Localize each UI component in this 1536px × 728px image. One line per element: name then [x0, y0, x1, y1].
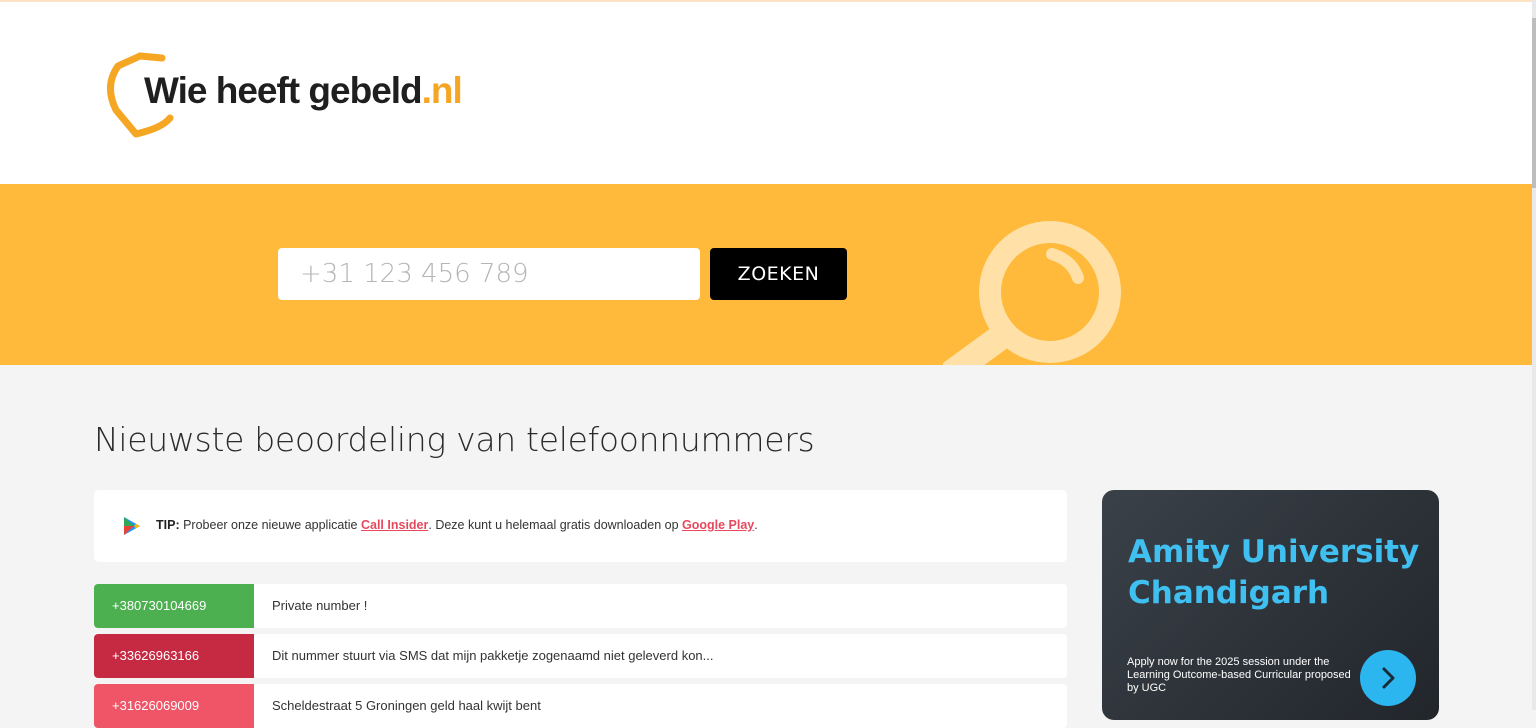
phone-search-input[interactable] [278, 248, 700, 300]
section-title: Nieuwste beoordeling van telefoonnummers [94, 420, 815, 459]
scrollbar-thumb[interactable] [1532, 18, 1536, 188]
tip-label: TIP: [156, 518, 180, 532]
ad-description: Apply now for the 2025 session under the… [1127, 656, 1351, 694]
review-comment: Scheldestraat 5 Groningen geld haal kwij… [272, 698, 541, 713]
google-play-link[interactable]: Google Play [682, 518, 754, 532]
review-comment: Dit nummer stuurt via SMS dat mijn pakke… [272, 648, 714, 663]
review-comment: Private number ! [272, 598, 368, 613]
site-header: Wie heeft gebeld.nl [0, 2, 1532, 184]
review-row[interactable]: +33626963166 Dit nummer stuurt via SMS d… [94, 634, 1067, 678]
chevron-right-icon [1382, 667, 1395, 689]
review-number[interactable]: +33626963166 [94, 634, 254, 678]
tip-text-middle: . Deze kunt u helemaal gratis downloaden… [428, 518, 683, 532]
logo-tld: .nl [421, 70, 463, 111]
tip-text-after: . [754, 518, 758, 532]
search-button[interactable]: ZOEKEN [710, 248, 847, 300]
tip-text-before: Probeer onze nieuwe applicatie [179, 518, 361, 532]
tip-box: TIP: Probeer onze nieuwe applicatie Call… [94, 490, 1067, 562]
ad-title: Amity University Chandigarh [1128, 534, 1420, 611]
call-insider-link[interactable]: Call Insider [361, 518, 428, 532]
search-hero: ZOEKEN [0, 184, 1532, 365]
review-number[interactable]: +31626069009 [94, 684, 254, 728]
advertisement[interactable]: Amity University Chandigarh Apply now fo… [1102, 490, 1439, 720]
logo-name: Wie heeft gebeld [144, 70, 423, 111]
review-row[interactable]: +31626069009 Scheldestraat 5 Groningen g… [94, 684, 1067, 728]
ad-next-button[interactable] [1360, 650, 1416, 706]
site-logo[interactable]: Wie heeft gebeld.nl [100, 48, 463, 140]
logo-text: Wie heeft gebeld.nl [144, 70, 463, 112]
tip-text: TIP: Probeer onze nieuwe applicatie Call… [156, 518, 758, 532]
google-play-icon [124, 517, 140, 535]
magnifier-icon [942, 221, 1121, 365]
review-row[interactable]: +380730104669 Private number ! [94, 584, 1067, 628]
review-number[interactable]: +380730104669 [94, 584, 254, 628]
